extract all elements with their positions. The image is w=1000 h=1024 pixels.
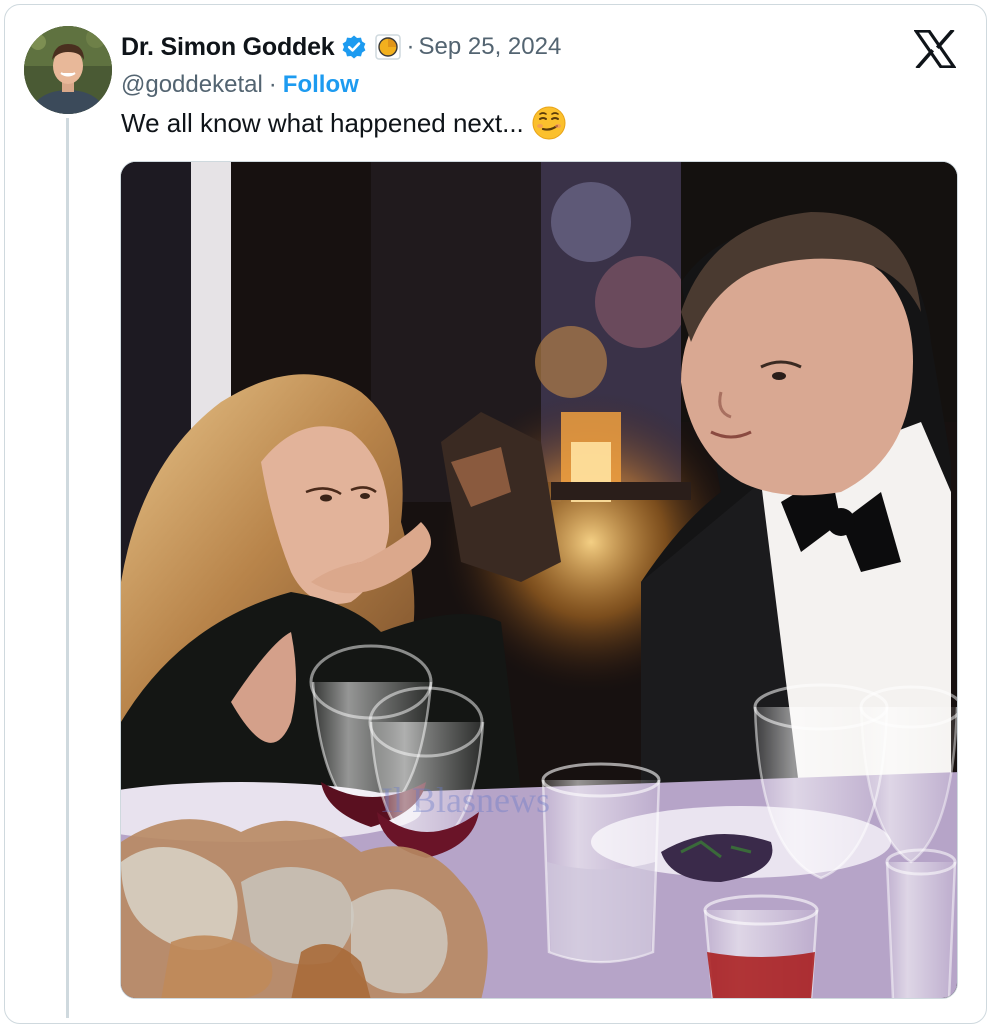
- handle-row: @goddeketal · Follow: [121, 69, 359, 101]
- follow-button[interactable]: Follow: [283, 71, 359, 99]
- verified-badge-icon: [341, 34, 367, 60]
- handle-separator: ·: [268, 71, 277, 98]
- smirking-face-emoji-icon: [532, 106, 566, 140]
- photo-watermark: Il Blasnews: [381, 780, 550, 820]
- thread-line: [66, 118, 69, 1018]
- tweet-photo[interactable]: Il Blasnews: [120, 161, 958, 999]
- author-display-name[interactable]: Dr. Simon Goddek: [121, 33, 335, 62]
- tweet-text: We all know what happened next...: [121, 105, 566, 141]
- header-separator: ·: [406, 33, 415, 60]
- author-header: Dr. Simon Goddek · Sep 25, 2024: [121, 30, 561, 64]
- tweet-text-content: We all know what happened next...: [121, 107, 524, 138]
- author-handle[interactable]: @goddeketal: [121, 71, 263, 99]
- avatar[interactable]: [24, 26, 112, 114]
- affiliate-badge-icon: [374, 34, 401, 60]
- x-logo-icon[interactable]: [912, 28, 958, 70]
- post-date[interactable]: Sep 25, 2024: [419, 33, 562, 61]
